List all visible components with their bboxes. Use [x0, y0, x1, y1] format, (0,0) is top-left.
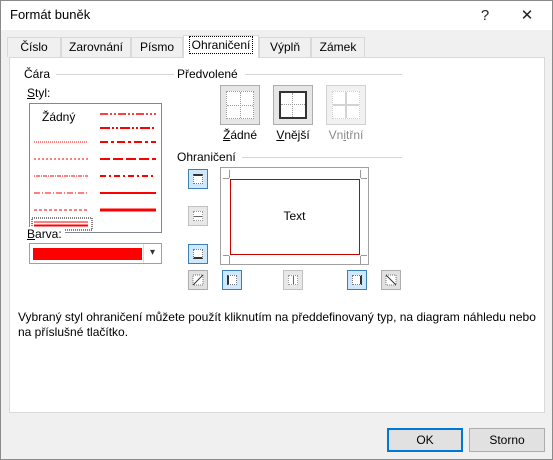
border-inside-vertical-button[interactable] [283, 270, 303, 290]
cancel-button[interactable]: Storno [469, 428, 545, 452]
help-button[interactable]: ? [467, 1, 503, 30]
style-label: Styl: [27, 86, 54, 100]
preset-outline-label: Vnější [276, 128, 310, 142]
preset-none-button[interactable] [220, 85, 260, 125]
border-diagonal-up-button[interactable] [188, 270, 208, 290]
preset-inside-button[interactable] [326, 85, 366, 125]
selected-color-swatch [33, 248, 142, 260]
tab-fill[interactable]: Výplň [259, 37, 311, 57]
tab-panel: Čára Styl: Žádný Barva: ▾ Předvolené Žád… [9, 57, 545, 413]
preset-inside-label: Vnitřní [328, 128, 364, 142]
diagonal-up-icon [192, 274, 204, 286]
border-preview[interactable]: Text [220, 167, 369, 265]
border-top-button[interactable] [188, 169, 208, 189]
border-right-button[interactable] [347, 270, 367, 290]
close-button[interactable]: ✕ [509, 1, 545, 30]
ok-button[interactable]: OK [387, 428, 463, 452]
diagonal-down-icon [385, 274, 397, 286]
title-bar: Formát buněk ? ✕ [1, 1, 552, 30]
border-inside-horizontal-button[interactable] [188, 206, 208, 226]
tab-border[interactable]: Ohraničení [183, 35, 259, 58]
border-group-label: Ohraničení [177, 150, 239, 164]
line-style-list[interactable]: Žádný [29, 103, 162, 233]
border-diagonal-down-button[interactable] [381, 270, 401, 290]
color-label: Barva: [27, 227, 65, 241]
border-left-button[interactable] [222, 270, 242, 290]
color-dropdown[interactable]: ▾ [29, 243, 162, 264]
line-style-samples[interactable] [30, 104, 161, 232]
tab-protection[interactable]: Zámek [311, 37, 365, 57]
border-bottom-button[interactable] [188, 244, 208, 264]
tab-number[interactable]: Číslo [7, 37, 61, 57]
preset-outline-button[interactable] [273, 85, 313, 125]
tab-strip: Číslo Zarovnání Písmo Ohraničení Výplň Z… [1, 30, 552, 58]
format-cells-dialog: Formát buněk ? ✕ Číslo Zarovnání Písmo O… [0, 0, 553, 460]
chevron-down-icon[interactable]: ▾ [143, 244, 161, 263]
dialog-title: Formát buněk [10, 7, 91, 22]
description-text: Vybraný styl ohraničení můžete použít kl… [18, 310, 536, 339]
tab-alignment[interactable]: Zarovnání [61, 37, 131, 57]
preview-text: Text [283, 209, 306, 223]
preset-none-label: Žádné [222, 128, 258, 142]
presets-group-label: Předvolené [177, 67, 241, 81]
tab-font[interactable]: Písmo [131, 37, 183, 57]
line-group-label: Čára [24, 67, 54, 81]
